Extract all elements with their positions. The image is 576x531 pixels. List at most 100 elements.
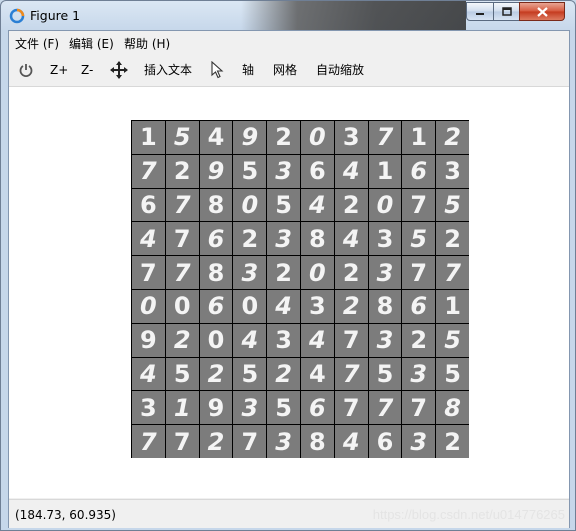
window-title: Figure 1 bbox=[30, 8, 81, 23]
digit-cell: 4 bbox=[233, 323, 267, 357]
digit-cell: 4 bbox=[199, 121, 233, 154]
menu-edit[interactable]: 编辑 (E) bbox=[69, 35, 114, 52]
reset-icon bbox=[19, 64, 33, 77]
axis-button[interactable]: 轴 bbox=[242, 61, 254, 79]
maximize-button[interactable] bbox=[493, 2, 520, 21]
digit-cell: 1 bbox=[165, 391, 199, 425]
digit-cell: 7 bbox=[132, 425, 165, 458]
digit-cell: 5 bbox=[436, 188, 469, 222]
digit-cell: 7 bbox=[132, 256, 165, 289]
digit-cell: 0 bbox=[300, 256, 334, 289]
minimize-icon bbox=[476, 12, 484, 15]
reset-view-button[interactable] bbox=[18, 61, 34, 79]
title-bar-shade bbox=[241, 1, 466, 30]
digit-cell: 4 bbox=[334, 154, 368, 188]
digit-cell: 8 bbox=[436, 391, 469, 425]
digit-cell: 5 bbox=[267, 391, 300, 425]
digit-cell: 7 bbox=[165, 222, 199, 256]
insert-text-button[interactable]: 插入文本 bbox=[144, 61, 192, 79]
digit-image-grid: 1549203712729536416367805420754762384352… bbox=[131, 120, 469, 458]
digit-cell: 6 bbox=[199, 222, 233, 256]
digit-cell: 3 bbox=[402, 357, 436, 391]
digit-cell: 3 bbox=[267, 425, 300, 458]
digit-cell: 6 bbox=[300, 391, 334, 425]
digit-cell: 3 bbox=[233, 391, 267, 425]
digit-cell: 1 bbox=[402, 121, 436, 154]
digit-cell: 7 bbox=[402, 391, 436, 425]
digit-cell: 1 bbox=[132, 121, 165, 154]
digit-cell: 4 bbox=[334, 222, 368, 256]
digit-cell: 3 bbox=[334, 121, 368, 154]
digit-cell: 5 bbox=[233, 154, 267, 188]
digit-cell: 3 bbox=[267, 222, 300, 256]
grid-button[interactable]: 网格 bbox=[273, 61, 297, 79]
app-icon bbox=[9, 8, 25, 24]
zoom-out-button[interactable]: Z- bbox=[81, 61, 93, 79]
digit-cell: 4 bbox=[267, 289, 300, 323]
digit-cell: 6 bbox=[368, 425, 402, 458]
plot-canvas[interactable]: 1549203712729536416367805420754762384352… bbox=[9, 87, 569, 498]
digit-cell: 7 bbox=[368, 121, 402, 154]
digit-cell: 2 bbox=[267, 256, 300, 289]
digit-cell: 8 bbox=[199, 256, 233, 289]
digit-cell: 0 bbox=[300, 121, 334, 154]
select-pointer-button[interactable] bbox=[210, 60, 224, 79]
menu-help[interactable]: 帮助 (H) bbox=[124, 35, 170, 52]
digit-cell: 5 bbox=[436, 357, 469, 391]
digit-cell: 3 bbox=[267, 154, 300, 188]
digit-cell: 7 bbox=[334, 357, 368, 391]
digit-cell: 5 bbox=[233, 357, 267, 391]
digit-cell: 2 bbox=[436, 222, 469, 256]
digit-cell: 6 bbox=[402, 154, 436, 188]
digit-cell: 0 bbox=[368, 188, 402, 222]
digit-cell: 4 bbox=[300, 323, 334, 357]
zoom-in-button[interactable]: Z+ bbox=[50, 61, 68, 79]
digit-cell: 7 bbox=[334, 323, 368, 357]
autoscale-button[interactable]: 自动缩放 bbox=[316, 61, 364, 79]
digit-cell: 7 bbox=[165, 256, 199, 289]
digit-cell: 9 bbox=[233, 121, 267, 154]
digit-cell: 3 bbox=[267, 323, 300, 357]
digit-cell: 3 bbox=[368, 256, 402, 289]
pan-button[interactable] bbox=[110, 61, 128, 79]
digit-cell: 2 bbox=[267, 357, 300, 391]
digit-cell: 2 bbox=[334, 256, 368, 289]
digit-cell: 9 bbox=[199, 391, 233, 425]
digit-cell: 5 bbox=[267, 188, 300, 222]
digit-cell: 6 bbox=[402, 289, 436, 323]
digit-cell: 1 bbox=[436, 289, 469, 323]
digit-cell: 7 bbox=[132, 154, 165, 188]
digit-cell: 2 bbox=[402, 323, 436, 357]
digit-cell: 3 bbox=[368, 222, 402, 256]
figure-window: Figure 1 文件 (F) 编辑 (E) 帮助 (H) Z+ Z- 插入文本… bbox=[0, 0, 576, 531]
digit-cell: 8 bbox=[300, 222, 334, 256]
digit-cell: 9 bbox=[132, 323, 165, 357]
title-bar[interactable]: Figure 1 bbox=[1, 1, 575, 31]
digit-cell: 3 bbox=[233, 256, 267, 289]
minimize-button[interactable] bbox=[466, 2, 494, 21]
close-button[interactable] bbox=[519, 2, 565, 21]
digit-cell: 2 bbox=[436, 121, 469, 154]
digit-cell: 0 bbox=[233, 188, 267, 222]
digit-cell: 1 bbox=[368, 154, 402, 188]
digit-cell: 3 bbox=[402, 425, 436, 458]
digit-cell: 7 bbox=[233, 425, 267, 458]
digit-cell: 3 bbox=[132, 391, 165, 425]
digit-cell: 7 bbox=[436, 256, 469, 289]
digit-cell: 7 bbox=[334, 391, 368, 425]
digit-cell: 7 bbox=[165, 425, 199, 458]
digit-cell: 2 bbox=[233, 222, 267, 256]
digit-cell: 5 bbox=[368, 357, 402, 391]
digit-cell: 0 bbox=[165, 289, 199, 323]
cursor-coordinates: (184.73, 60.935) bbox=[15, 508, 116, 522]
digit-cell: 8 bbox=[368, 289, 402, 323]
digit-cell: 4 bbox=[132, 357, 165, 391]
figure-client-area: 文件 (F) 编辑 (E) 帮助 (H) Z+ Z- 插入文本 轴 网格 自动缩… bbox=[8, 30, 570, 528]
close-icon bbox=[536, 6, 548, 17]
menu-file[interactable]: 文件 (F) bbox=[15, 35, 59, 52]
digit-cell: 2 bbox=[199, 425, 233, 458]
digit-cell: 3 bbox=[300, 289, 334, 323]
digit-cell: 0 bbox=[132, 289, 165, 323]
digit-cell: 7 bbox=[402, 188, 436, 222]
digit-cell: 2 bbox=[199, 357, 233, 391]
